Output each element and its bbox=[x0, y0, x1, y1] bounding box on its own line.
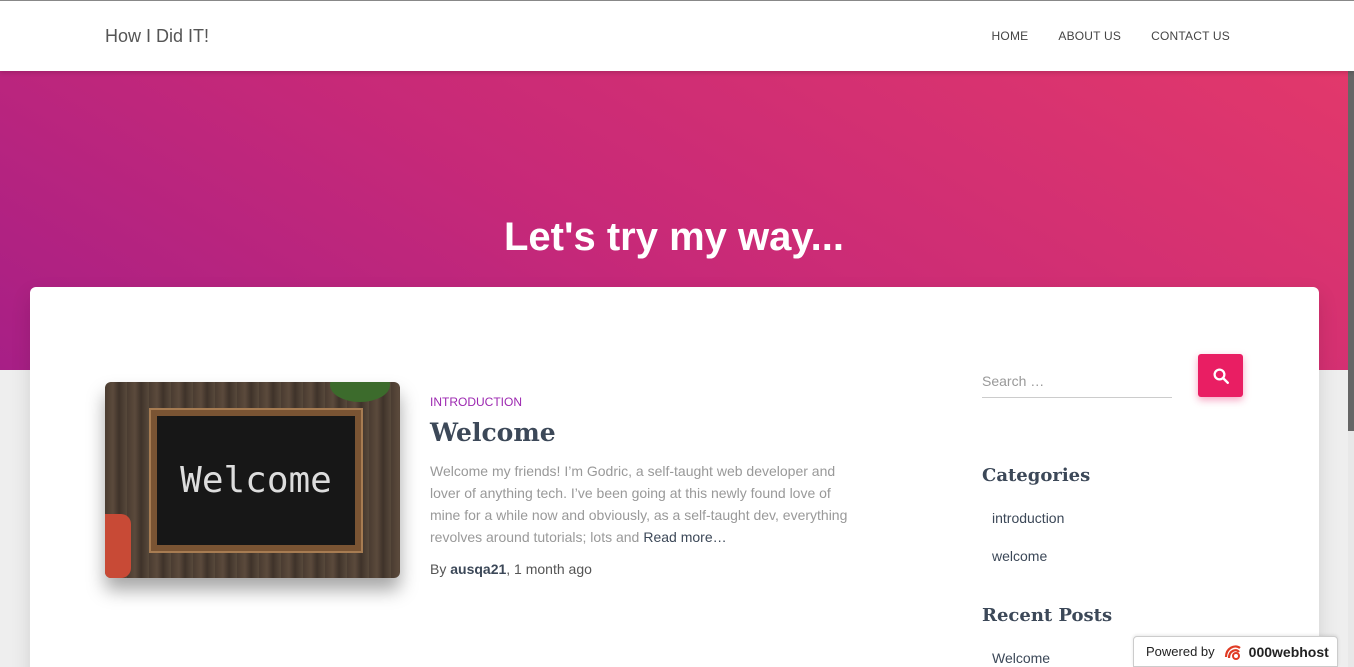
scrollbar-thumb[interactable] bbox=[1348, 71, 1354, 431]
post-date: , 1 month ago bbox=[506, 561, 592, 577]
search-field-wrapper bbox=[982, 366, 1172, 398]
webhost-name: 000webhost bbox=[1248, 643, 1329, 660]
categories-widget-title: Categories bbox=[982, 465, 1091, 486]
nav-home-link[interactable]: HOME bbox=[992, 29, 1029, 43]
post-title-link[interactable]: Welcome bbox=[430, 418, 556, 447]
search-icon bbox=[1213, 368, 1229, 384]
post-byline: By ausqa21, 1 month ago bbox=[430, 561, 592, 577]
read-more-link[interactable]: Read more… bbox=[643, 529, 726, 545]
page-scrollbar[interactable] bbox=[1348, 71, 1354, 667]
category-link-welcome[interactable]: welcome bbox=[992, 548, 1047, 564]
thumbnail-text: Welcome bbox=[180, 460, 332, 501]
category-link-introduction[interactable]: introduction bbox=[992, 510, 1064, 526]
byline-prefix: By bbox=[430, 561, 447, 577]
recent-posts-widget-title: Recent Posts bbox=[982, 605, 1113, 626]
post-author[interactable]: ausqa21 bbox=[450, 561, 506, 577]
search-input[interactable] bbox=[982, 366, 1172, 396]
chalkboard-frame: Welcome bbox=[149, 408, 363, 553]
recent-post-link[interactable]: Welcome bbox=[992, 650, 1050, 666]
webhost-logo-icon bbox=[1223, 643, 1245, 661]
nav-contact-link[interactable]: CONTACT US bbox=[1151, 29, 1230, 43]
top-navbar: How I Did IT! HOME ABOUT US CONTACT US bbox=[0, 0, 1354, 71]
pot-decoration bbox=[105, 514, 131, 578]
search-button[interactable] bbox=[1198, 354, 1243, 397]
powered-by-label: Powered by bbox=[1146, 644, 1215, 659]
post-excerpt: Welcome my friends! I’m Godric, a self-t… bbox=[430, 460, 850, 548]
post-thumbnail[interactable]: Welcome bbox=[105, 382, 400, 578]
site-brand[interactable]: How I Did IT! bbox=[105, 26, 209, 47]
excerpt-text: Welcome my friends! I’m Godric, a self-t… bbox=[430, 463, 848, 545]
nav-menu: HOME ABOUT US CONTACT US bbox=[992, 29, 1230, 43]
powered-by-badge[interactable]: Powered by 000webhost bbox=[1133, 636, 1338, 667]
hero-title: Let's try my way... bbox=[503, 215, 845, 259]
chalkboard: Welcome bbox=[157, 416, 355, 545]
plant-leaf-decoration bbox=[330, 382, 390, 402]
nav-about-link[interactable]: ABOUT US bbox=[1058, 29, 1121, 43]
post-category-link[interactable]: INTRODUCTION bbox=[430, 395, 522, 409]
